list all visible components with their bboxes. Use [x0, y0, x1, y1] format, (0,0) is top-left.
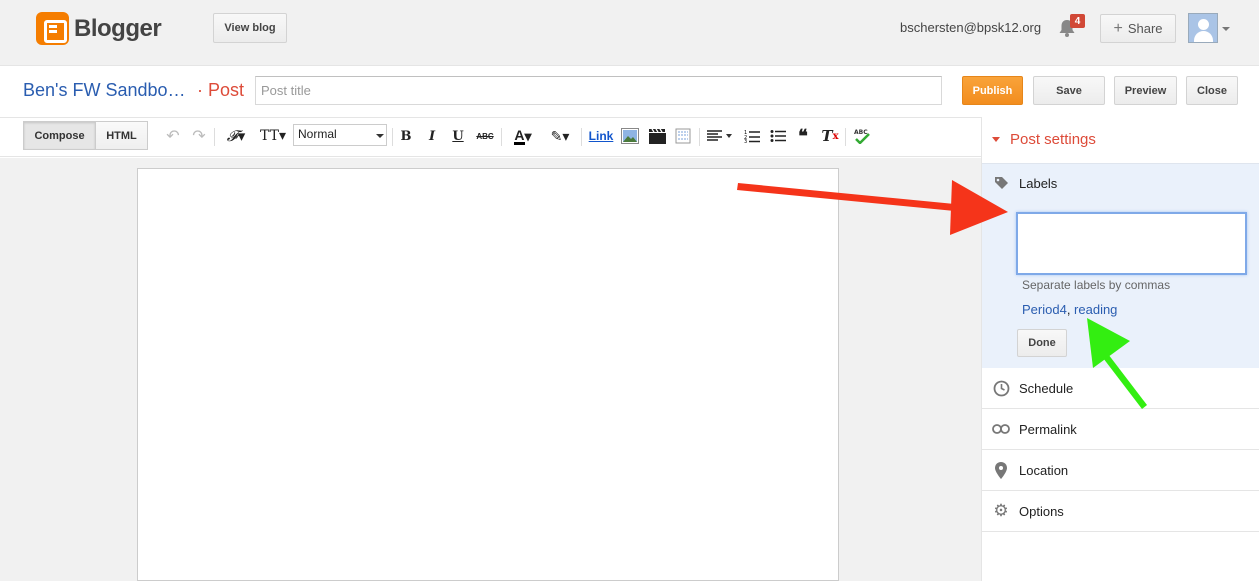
- toolbar-divider: [699, 128, 700, 146]
- tab-compose[interactable]: Compose: [23, 121, 96, 150]
- share-button[interactable]: + Share: [1100, 14, 1176, 43]
- blog-name[interactable]: Ben's FW Sandbo…: [23, 80, 186, 101]
- sidebar-item-label: Options: [1019, 503, 1064, 519]
- labels-heading: Labels: [1019, 175, 1058, 191]
- redo-icon[interactable]: ↷: [190, 127, 208, 145]
- sidebar-item-options[interactable]: ⚙ Options: [982, 491, 1259, 532]
- underline-icon[interactable]: U: [450, 127, 466, 145]
- triangle-down-icon: [992, 137, 1000, 142]
- label-separator: ,: [1066, 302, 1075, 317]
- editor-mode-tabs: Compose HTML: [23, 121, 148, 150]
- toolbar-divider: [501, 128, 502, 146]
- bulleted-list-icon[interactable]: [768, 127, 788, 145]
- toolbar-divider: [392, 128, 393, 146]
- sidebar-item-permalink[interactable]: Permalink: [982, 409, 1259, 450]
- publish-button[interactable]: Publish: [962, 76, 1023, 105]
- insert-jump-break-icon[interactable]: [673, 127, 693, 145]
- paragraph-style-select[interactable]: Normal: [293, 124, 387, 146]
- bold-icon[interactable]: B: [398, 127, 414, 145]
- font-size-icon[interactable]: TT▾: [257, 127, 289, 145]
- toolbar-divider: [845, 128, 846, 146]
- close-button[interactable]: Close: [1186, 76, 1238, 105]
- post-title-input[interactable]: [255, 76, 942, 105]
- remove-formatting-icon[interactable]: Tx: [820, 127, 840, 145]
- top-bar: Blogger View blog bschersten@bpsk12.org …: [0, 0, 1259, 66]
- post-type-label: · Post: [197, 80, 245, 100]
- sidebar-item-location[interactable]: Location: [982, 450, 1259, 491]
- existing-label-link[interactable]: reading: [1074, 302, 1117, 317]
- post-settings-title: Post settings: [1010, 131, 1096, 148]
- preview-button[interactable]: Preview: [1114, 76, 1177, 105]
- avatar[interactable]: [1188, 13, 1218, 43]
- quote-icon[interactable]: ❝: [794, 126, 812, 147]
- spellcheck-icon[interactable]: ABC: [852, 127, 872, 145]
- sidebar-item-schedule[interactable]: Schedule: [982, 368, 1259, 409]
- map-pin-icon: [992, 461, 1010, 479]
- highlight-color-icon[interactable]: ✎▾: [545, 127, 575, 145]
- plus-icon: +: [1113, 19, 1123, 37]
- post-settings-header[interactable]: Post settings: [992, 131, 1096, 148]
- sidebar-item-label: Permalink: [1019, 421, 1077, 437]
- paragraph-style-value: Normal: [298, 127, 337, 141]
- insert-image-icon[interactable]: [620, 127, 640, 145]
- tag-icon: [992, 174, 1010, 192]
- italic-icon[interactable]: I: [424, 127, 440, 145]
- gear-icon: ⚙: [993, 501, 1009, 520]
- labels-done-button[interactable]: Done: [1017, 329, 1067, 357]
- existing-label-link[interactable]: Period4: [1022, 302, 1067, 317]
- sidebar-item-label: Location: [1019, 462, 1069, 478]
- editor-toolbar: Compose HTML ↶ ↷ 𝓕▾ TT▾ Normal B I U ABC…: [0, 117, 981, 157]
- post-body-editor[interactable]: [137, 168, 839, 581]
- sidebar-item-label: Schedule: [1019, 380, 1074, 396]
- insert-video-icon[interactable]: [647, 127, 667, 145]
- numbered-list-icon[interactable]: 123: [742, 127, 762, 145]
- strikethrough-icon[interactable]: ABC: [474, 127, 496, 145]
- labels-header[interactable]: Labels: [982, 164, 1259, 202]
- post-settings-sidebar: Post settings Labels Schedule Permalink …: [981, 117, 1259, 581]
- save-button[interactable]: Save: [1033, 76, 1105, 105]
- blogger-logo[interactable]: Blogger: [36, 12, 162, 45]
- share-button-label: Share: [1127, 21, 1163, 36]
- notification-count-badge[interactable]: 4: [1070, 14, 1085, 28]
- toolbar-divider: [214, 128, 215, 146]
- chevron-down-icon: [376, 134, 384, 138]
- labels-input[interactable]: [1016, 212, 1247, 275]
- existing-labels: Period4, reading: [1022, 302, 1117, 317]
- font-family-icon[interactable]: 𝓕▾: [222, 127, 250, 145]
- svg-text:3: 3: [744, 139, 747, 143]
- labels-hint: Separate labels by commas: [1022, 278, 1171, 292]
- view-blog-button[interactable]: View blog: [213, 13, 287, 43]
- svg-text:ABC: ABC: [854, 129, 868, 136]
- toolbar-divider: [581, 128, 582, 146]
- app-name: Blogger: [74, 14, 162, 42]
- account-chevron-down-icon[interactable]: [1222, 27, 1230, 31]
- account-email[interactable]: bschersten@bpsk12.org: [900, 20, 1041, 35]
- clock-icon: [992, 379, 1010, 397]
- tab-html[interactable]: HTML: [96, 121, 148, 150]
- link-icon: [992, 420, 1010, 438]
- blogger-logo-icon: [36, 12, 69, 45]
- alignment-icon[interactable]: [705, 127, 735, 145]
- insert-link-button[interactable]: Link: [588, 127, 614, 145]
- text-color-icon[interactable]: A ▾: [508, 127, 538, 145]
- undo-icon[interactable]: ↶: [164, 127, 182, 145]
